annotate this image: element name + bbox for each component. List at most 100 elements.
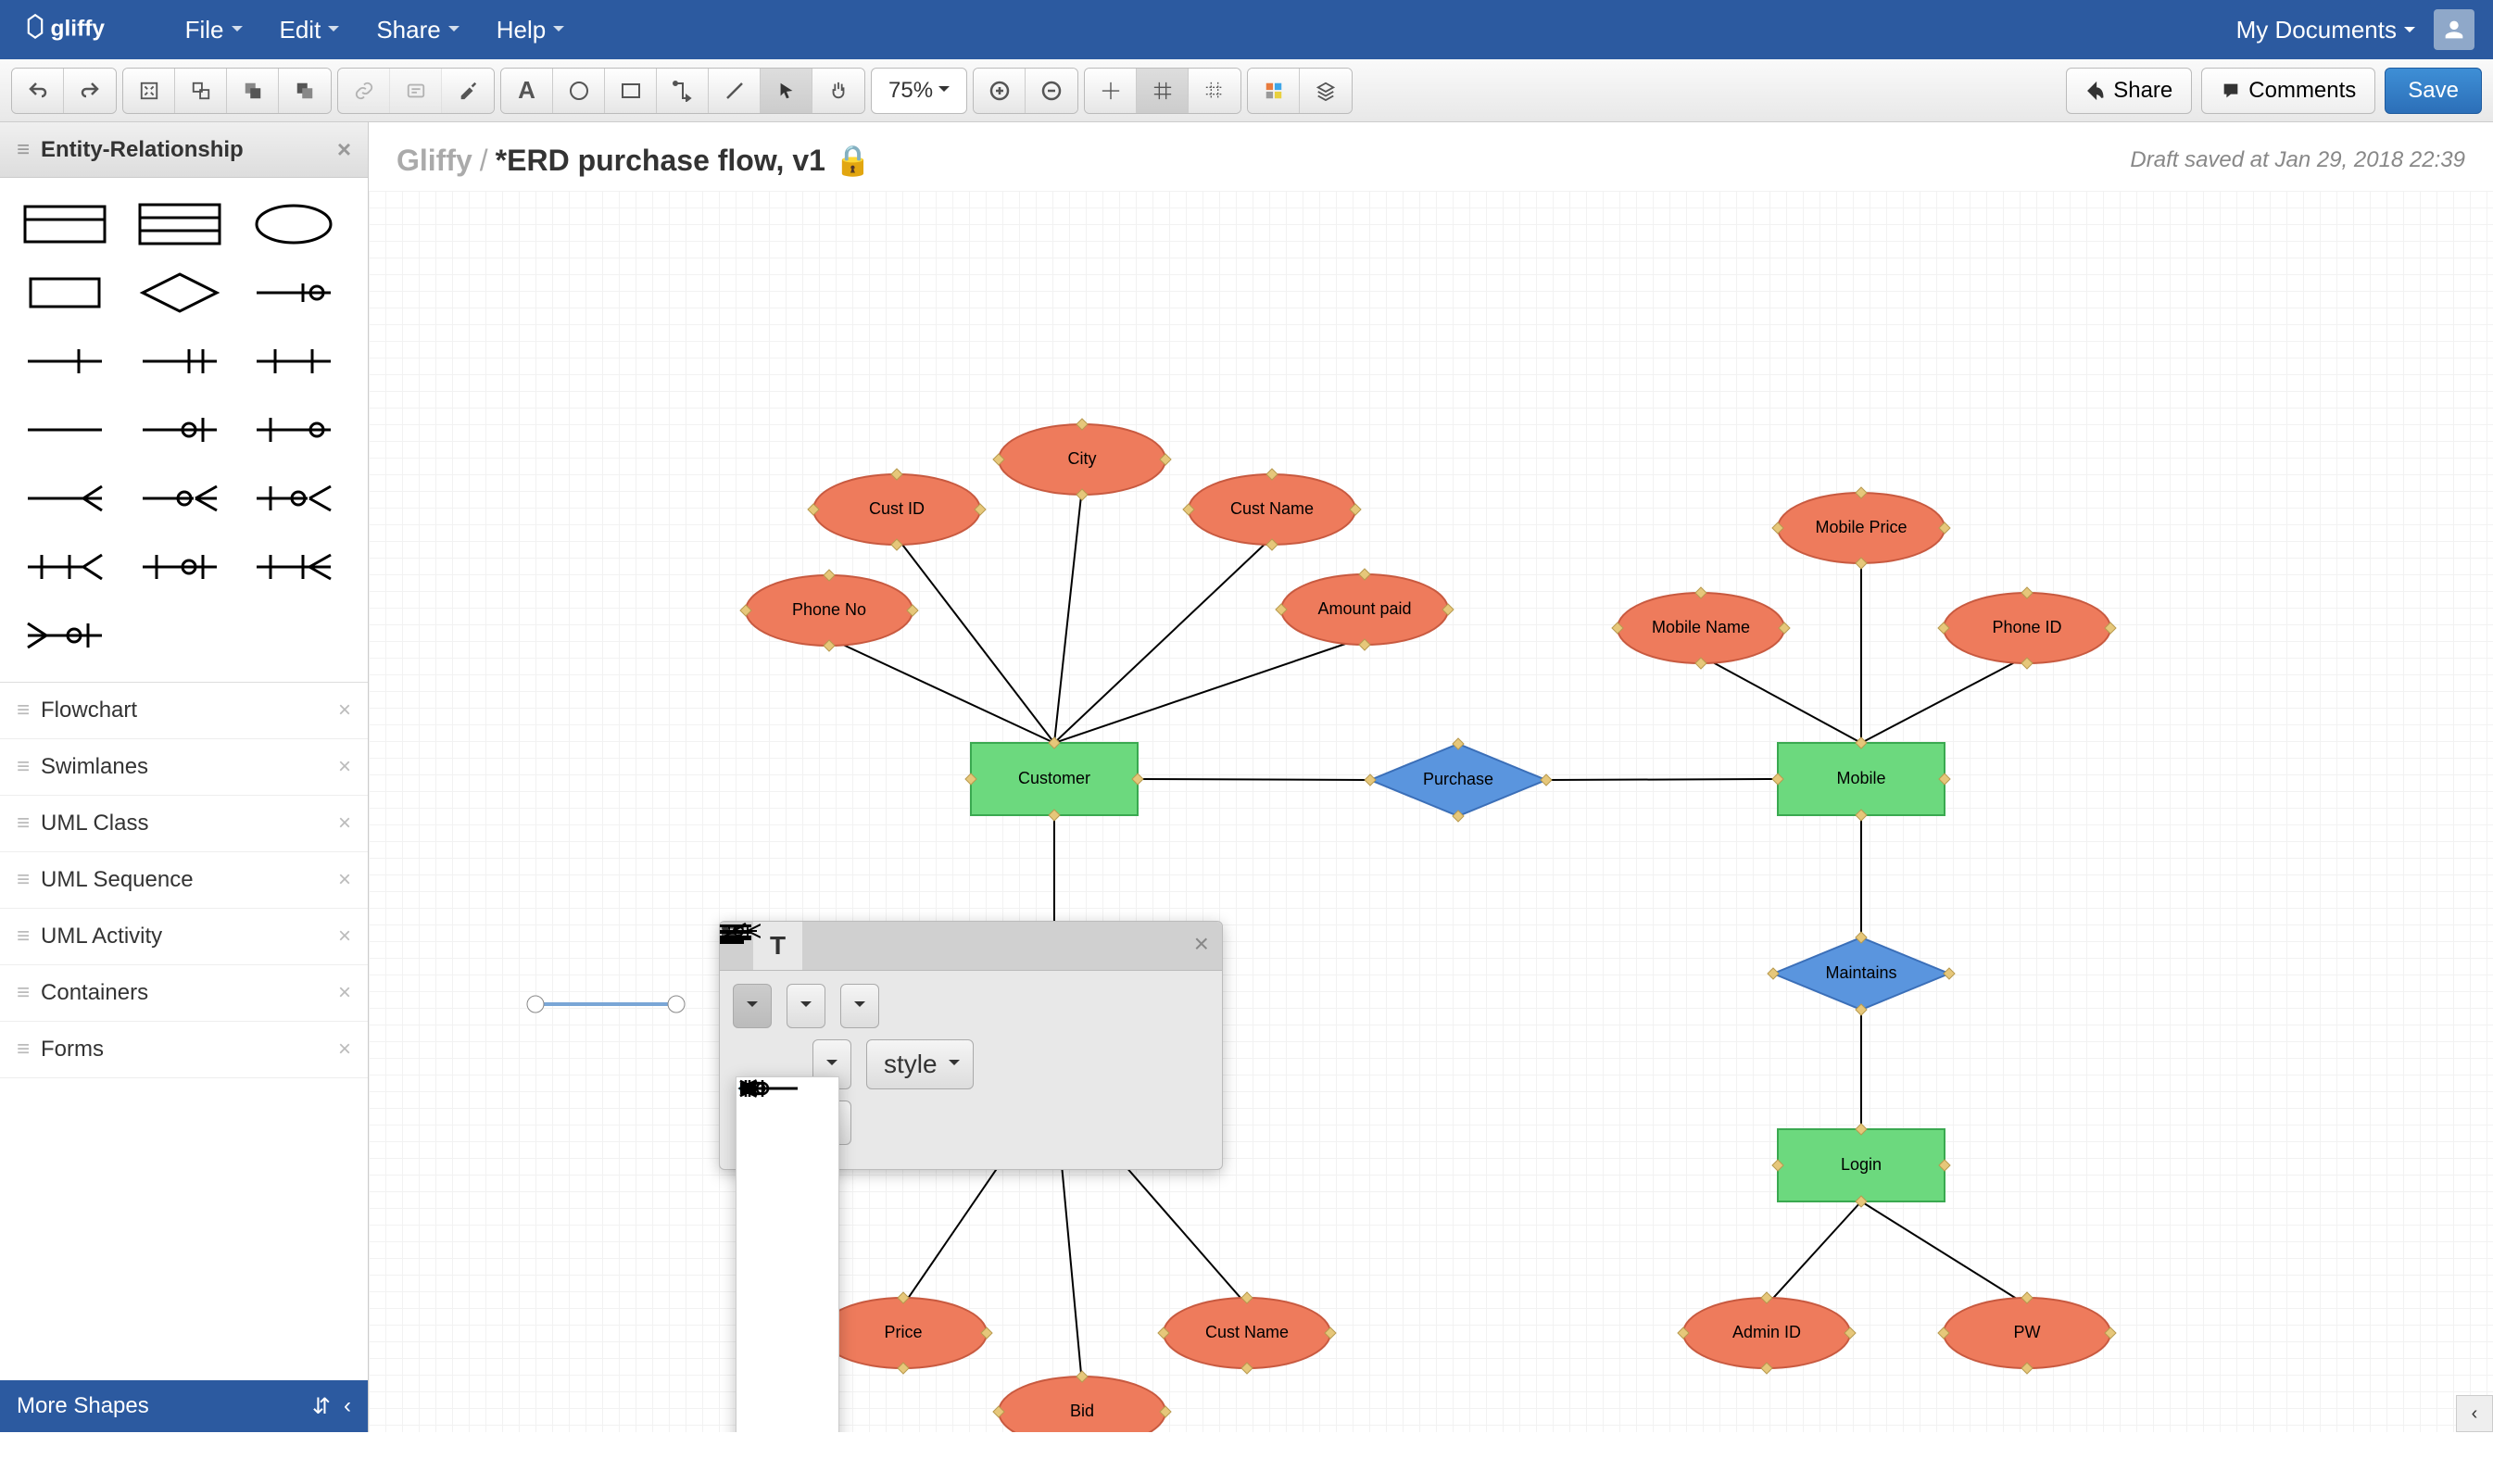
shape-zero-one[interactable] bbox=[133, 402, 226, 458]
comments-button[interactable]: Comments bbox=[2201, 68, 2375, 114]
guides-button[interactable] bbox=[1189, 69, 1240, 113]
menu-edit[interactable]: Edit bbox=[261, 6, 359, 54]
line-style-selector[interactable]: style bbox=[866, 1039, 974, 1089]
shape-line-plain[interactable] bbox=[19, 402, 111, 458]
chevron-down-icon bbox=[747, 994, 758, 1018]
chevron-down-icon bbox=[232, 20, 243, 40]
undo-redo-group bbox=[11, 68, 117, 114]
shape-one-one-many[interactable] bbox=[247, 539, 340, 595]
zoom-selector[interactable]: 75% bbox=[871, 68, 967, 114]
chevron-down-icon bbox=[553, 20, 564, 40]
save-button[interactable]: Save bbox=[2385, 68, 2482, 114]
shape-entity[interactable] bbox=[19, 196, 111, 252]
note-button bbox=[390, 69, 442, 113]
paint-button[interactable] bbox=[442, 69, 494, 113]
zoom-value: 75% bbox=[888, 78, 933, 104]
shape-ellipse[interactable] bbox=[247, 196, 340, 252]
svg-text:Cust Name: Cust Name bbox=[1205, 1323, 1289, 1341]
my-documents-label: My Documents bbox=[2236, 16, 2397, 44]
show-grid-button[interactable] bbox=[1137, 69, 1189, 113]
active-panel-header[interactable]: ≡ Entity-Relationship × bbox=[0, 122, 368, 178]
shape-diamond[interactable] bbox=[133, 265, 226, 321]
arrow-many-one[interactable] bbox=[737, 1355, 838, 1402]
grid-group bbox=[1084, 68, 1241, 114]
arrow-dropdown[interactable] bbox=[736, 1076, 839, 1432]
rect-tool[interactable] bbox=[605, 69, 657, 113]
shape-one-zero-many[interactable] bbox=[247, 471, 340, 526]
shape-entity-3row[interactable] bbox=[133, 196, 226, 252]
menu-file[interactable]: File bbox=[167, 6, 261, 54]
arrow-many[interactable] bbox=[737, 1402, 838, 1432]
collapse-sidebar-icon[interactable]: ‹ bbox=[344, 1393, 351, 1420]
gliffy-logo[interactable]: gliffy bbox=[19, 13, 167, 46]
close-icon[interactable]: × bbox=[1181, 922, 1222, 970]
close-icon[interactable]: × bbox=[338, 924, 351, 950]
shape-one-one[interactable] bbox=[133, 333, 226, 389]
panel-uml-class[interactable]: ≡UML Class× bbox=[0, 796, 368, 852]
close-icon[interactable]: × bbox=[338, 811, 351, 836]
start-arrow-selector[interactable] bbox=[733, 984, 772, 1028]
shape-double-one[interactable] bbox=[247, 333, 340, 389]
snap-grid-button[interactable] bbox=[1085, 69, 1137, 113]
panel-label: UML Activity bbox=[41, 924, 162, 950]
arrow-solid[interactable] bbox=[737, 1124, 838, 1170]
close-icon[interactable]: × bbox=[338, 698, 351, 723]
panel-flowchart[interactable]: ≡Flowchart× bbox=[0, 683, 368, 739]
zoom-out-button[interactable] bbox=[1026, 69, 1077, 113]
arrow-thin[interactable] bbox=[737, 1170, 838, 1216]
close-icon[interactable]: × bbox=[337, 135, 351, 164]
shape-zero-many[interactable] bbox=[133, 471, 226, 526]
menu-help[interactable]: Help bbox=[478, 6, 583, 54]
group-button[interactable] bbox=[175, 69, 227, 113]
menu-share[interactable]: Share bbox=[358, 6, 477, 54]
arrow-hollow[interactable] bbox=[737, 1216, 838, 1263]
shape-many-any[interactable] bbox=[19, 471, 111, 526]
user-avatar[interactable] bbox=[2434, 9, 2474, 50]
line-tool[interactable] bbox=[709, 69, 761, 113]
document-title[interactable]: *ERD purchase flow, v1 bbox=[496, 144, 825, 178]
diagram-canvas[interactable]: CityCust IDCust NamePhone NoAmount paidM… bbox=[369, 191, 2493, 1432]
panel-title: Entity-Relationship bbox=[41, 137, 244, 163]
pointer-tool[interactable] bbox=[761, 69, 812, 113]
text-tool[interactable]: A bbox=[501, 69, 553, 113]
redo-button[interactable] bbox=[64, 69, 116, 113]
close-icon[interactable]: × bbox=[338, 754, 351, 780]
panel-containers[interactable]: ≡Containers× bbox=[0, 965, 368, 1022]
expand-panels-icon[interactable]: ⇵ bbox=[312, 1393, 331, 1420]
shape-one-zero[interactable] bbox=[247, 402, 340, 458]
connector-tool[interactable] bbox=[657, 69, 709, 113]
canvas-expand-button[interactable]: ‹ bbox=[2456, 1395, 2493, 1432]
arrow-block[interactable] bbox=[737, 1263, 838, 1309]
zoom-in-button[interactable] bbox=[974, 69, 1026, 113]
fit-button[interactable] bbox=[123, 69, 175, 113]
more-shapes-bar[interactable]: More Shapes ⇵ ‹ bbox=[0, 1380, 368, 1432]
close-icon[interactable]: × bbox=[338, 980, 351, 1006]
close-icon[interactable]: × bbox=[338, 1037, 351, 1063]
breadcrumb-root[interactable]: Gliffy bbox=[397, 144, 472, 178]
panel-uml-sequence[interactable]: ≡UML Sequence× bbox=[0, 852, 368, 909]
back-button[interactable] bbox=[279, 69, 331, 113]
shape-many-zero-one[interactable] bbox=[19, 608, 111, 663]
end-arrow-selector[interactable] bbox=[787, 984, 825, 1028]
layers-button[interactable] bbox=[1300, 69, 1352, 113]
undo-button[interactable] bbox=[12, 69, 64, 113]
shape-one[interactable] bbox=[19, 333, 111, 389]
my-documents-link[interactable]: My Documents bbox=[2236, 16, 2415, 44]
pan-tool[interactable] bbox=[812, 69, 864, 113]
shape-crowsfoot-zero-one[interactable] bbox=[247, 265, 340, 321]
theme-button[interactable] bbox=[1248, 69, 1300, 113]
panel-swimlanes[interactable]: ≡Swimlanes× bbox=[0, 739, 368, 796]
panel-uml-activity[interactable]: ≡UML Activity× bbox=[0, 909, 368, 965]
shape-one-zero-one[interactable] bbox=[133, 539, 226, 595]
shape-rect[interactable] bbox=[19, 265, 111, 321]
share-button[interactable]: Share bbox=[2066, 68, 2192, 114]
comments-label: Comments bbox=[2248, 78, 2356, 104]
front-button[interactable] bbox=[227, 69, 279, 113]
line-color-selector[interactable] bbox=[840, 984, 879, 1028]
panel-forms[interactable]: ≡Forms× bbox=[0, 1022, 368, 1078]
close-icon[interactable]: × bbox=[338, 867, 351, 893]
circle-tool[interactable] bbox=[553, 69, 605, 113]
arrow-many-zero[interactable] bbox=[737, 1309, 838, 1355]
shape-one-many[interactable] bbox=[19, 539, 111, 595]
diagram-svg[interactable]: CityCust IDCust NamePhone NoAmount paidM… bbox=[369, 191, 2493, 1432]
